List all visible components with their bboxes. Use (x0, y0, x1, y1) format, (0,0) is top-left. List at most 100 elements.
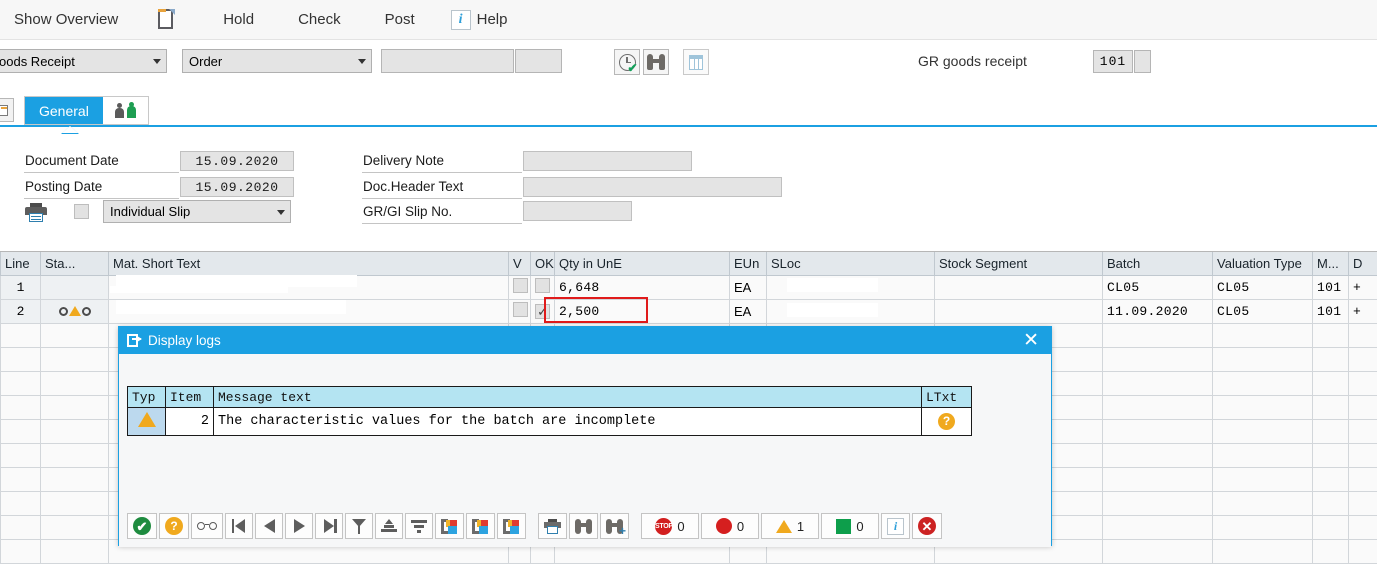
redacted-storage-location (787, 278, 878, 292)
cell-qty[interactable]: 2,500 (554, 298, 731, 324)
layout-2-button[interactable] (466, 513, 495, 539)
cell-qty[interactable]: 6,648 (554, 274, 731, 300)
technical-info-button[interactable] (191, 513, 223, 539)
col-mvt[interactable]: M... (1312, 252, 1350, 276)
help-button[interactable]: ? (159, 513, 189, 539)
sort-ascending-button[interactable] (375, 513, 403, 539)
col-ok[interactable]: OK (530, 252, 556, 276)
show-overview-button[interactable]: Show Overview (0, 1, 132, 39)
slip-type-select[interactable]: Individual Slip (103, 200, 291, 223)
document-date-input[interactable]: 15.09.2020 (180, 151, 294, 171)
doc-header-text-input[interactable] (523, 177, 782, 197)
cell-mvt[interactable]: 101 (1312, 274, 1350, 300)
log-row[interactable]: 2 The characteristic values for the batc… (127, 407, 972, 436)
col-eun[interactable]: EUn (729, 252, 768, 276)
new-document-button[interactable] (132, 1, 201, 39)
movement-type-code[interactable]: 101 (1093, 50, 1133, 73)
previous-button[interactable] (255, 513, 283, 539)
log-cell-typ[interactable] (127, 407, 166, 436)
log-cell-item: 2 (165, 407, 214, 436)
post-button[interactable]: Post (363, 1, 437, 39)
col-valuation-type[interactable]: Valuation Type (1212, 252, 1314, 276)
col-d[interactable]: D (1348, 252, 1377, 276)
cell-stock-segment[interactable] (934, 298, 1104, 324)
info-button[interactable]: i (881, 513, 910, 539)
cell-batch[interactable]: 11.09.2020 (1102, 298, 1214, 324)
log-cell-ltxt[interactable]: ? (921, 407, 972, 436)
print-slip-checkbox[interactable] (74, 204, 89, 219)
col-mat-short-text[interactable]: Mat. Short Text (108, 252, 510, 276)
col-line[interactable]: Line (0, 252, 41, 276)
abort-count-label: 0 (677, 518, 685, 534)
cell-v[interactable] (508, 298, 532, 324)
cell-eun[interactable]: EA (729, 274, 768, 300)
cell-ok[interactable] (530, 274, 556, 300)
success-count-button[interactable]: 0 (821, 513, 879, 539)
last-button[interactable] (315, 513, 343, 539)
col-batch[interactable]: Batch (1102, 252, 1214, 276)
cell-stock-segment[interactable] (934, 274, 1104, 300)
log-col-message[interactable]: Message text (213, 386, 922, 408)
find-document-button[interactable] (643, 49, 669, 75)
cell-line: 2 (0, 298, 41, 324)
posting-date-input[interactable]: 15.09.2020 (180, 177, 294, 197)
log-col-ltxt[interactable]: LTxt (921, 386, 972, 408)
first-button[interactable] (225, 513, 253, 539)
tab-partner[interactable] (103, 97, 148, 124)
cell-valuation-type[interactable]: CL05 (1212, 298, 1314, 324)
sort-descending-button[interactable] (405, 513, 433, 539)
gr-gi-slip-input[interactable] (523, 201, 632, 221)
layout-1-button[interactable] (435, 513, 464, 539)
divider (362, 198, 522, 199)
filter-button[interactable] (345, 513, 373, 539)
cell-mvt[interactable]: 101 (1312, 298, 1350, 324)
cell-valuation-type[interactable]: CL05 (1212, 274, 1314, 300)
reference-item-input[interactable] (515, 49, 562, 73)
print-button[interactable] (538, 513, 567, 539)
cell-line: 1 (0, 274, 41, 300)
reference-document-select[interactable]: Order (182, 49, 372, 73)
cell-batch[interactable]: CL05 (1102, 274, 1214, 300)
cell-status[interactable] (39, 298, 110, 324)
log-col-typ[interactable]: Typ (127, 386, 166, 408)
divider (24, 172, 179, 173)
reference-number-input[interactable] (381, 49, 514, 73)
col-v[interactable]: V (508, 252, 532, 276)
layout-3-button[interactable] (497, 513, 526, 539)
hold-button[interactable]: Hold (201, 1, 276, 39)
table-view-button[interactable] (683, 49, 709, 75)
movement-type-suffix[interactable] (1134, 50, 1151, 73)
next-button[interactable] (285, 513, 313, 539)
col-status[interactable]: Sta... (39, 252, 110, 276)
cell-eun[interactable]: EA (729, 298, 768, 324)
cell-ok[interactable]: ✓ (530, 298, 556, 324)
cell-status[interactable] (39, 274, 110, 300)
cell-d[interactable]: + (1348, 274, 1377, 300)
close-icon[interactable]: ✕ (1019, 331, 1043, 350)
error-count-button[interactable]: 0 (701, 513, 759, 539)
detail-data-toggle-button[interactable] (0, 98, 14, 122)
execute-button[interactable]: ✔ (614, 49, 640, 75)
delivery-note-input[interactable] (523, 151, 692, 171)
help-button[interactable]: i Help (437, 1, 522, 39)
col-qty[interactable]: Qty in UnE (554, 252, 731, 276)
check-button[interactable]: Check (276, 1, 363, 39)
cell-d[interactable]: + (1348, 298, 1377, 324)
people-icon (114, 102, 136, 118)
detail-icon (0, 104, 8, 116)
cell-v[interactable] (508, 274, 532, 300)
log-col-item[interactable]: Item (165, 386, 214, 408)
col-sloc[interactable]: SLoc (766, 252, 936, 276)
check-label: Check (298, 11, 341, 28)
tab-general[interactable]: General (25, 97, 103, 124)
abort-count-button[interactable]: STOP 0 (641, 513, 699, 539)
find-next-button[interactable]: + (600, 513, 629, 539)
document-date-label: Document Date (25, 153, 119, 168)
continue-button[interactable]: ✔ (127, 513, 157, 539)
doc-header-text-label: Doc.Header Text (363, 179, 464, 194)
warning-count-button[interactable]: 1 (761, 513, 819, 539)
cancel-button[interactable]: ✕ (912, 513, 942, 539)
movement-type-select[interactable]: oods Receipt (0, 49, 167, 73)
find-button[interactable] (569, 513, 598, 539)
col-stock-segment[interactable]: Stock Segment (934, 252, 1104, 276)
